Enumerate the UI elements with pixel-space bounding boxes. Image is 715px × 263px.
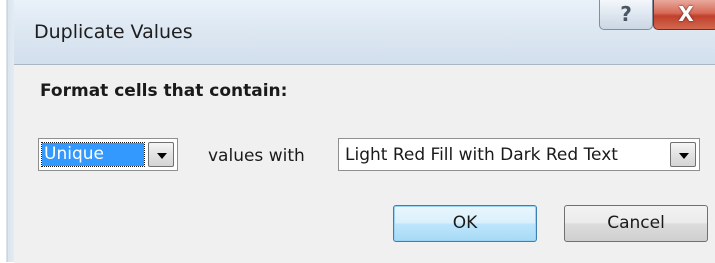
chevron-down-icon	[157, 153, 167, 159]
title-bar[interactable]: Duplicate Values ? X	[14, 0, 715, 64]
format-style-dropdown[interactable]: Light Red Fill with Dark Red Text	[338, 138, 700, 171]
dialog-window: Duplicate Values ? X Format cells that c…	[0, 0, 715, 263]
rule-type-selected-value: Unique	[41, 142, 145, 167]
ok-button[interactable]: OK	[393, 205, 537, 242]
cancel-button[interactable]: Cancel	[564, 205, 708, 242]
values-with-label: values with	[208, 146, 305, 166]
format-style-dropdown-button[interactable]	[670, 142, 696, 167]
section-heading: Format cells that contain:	[40, 81, 288, 101]
close-button[interactable]: X	[653, 0, 715, 30]
dialog-body: Format cells that contain: Unique values…	[14, 64, 715, 263]
help-icon: ?	[620, 2, 632, 26]
dialog-title: Duplicate Values	[34, 21, 193, 43]
close-icon: X	[678, 2, 694, 26]
window-border	[0, 0, 14, 262]
chevron-down-icon	[679, 153, 689, 159]
format-style-selected-value: Light Red Fill with Dark Red Text	[345, 145, 618, 165]
rule-type-dropdown[interactable]: Unique	[38, 138, 178, 171]
rule-type-dropdown-button[interactable]	[148, 142, 174, 167]
help-button[interactable]: ?	[599, 0, 653, 30]
